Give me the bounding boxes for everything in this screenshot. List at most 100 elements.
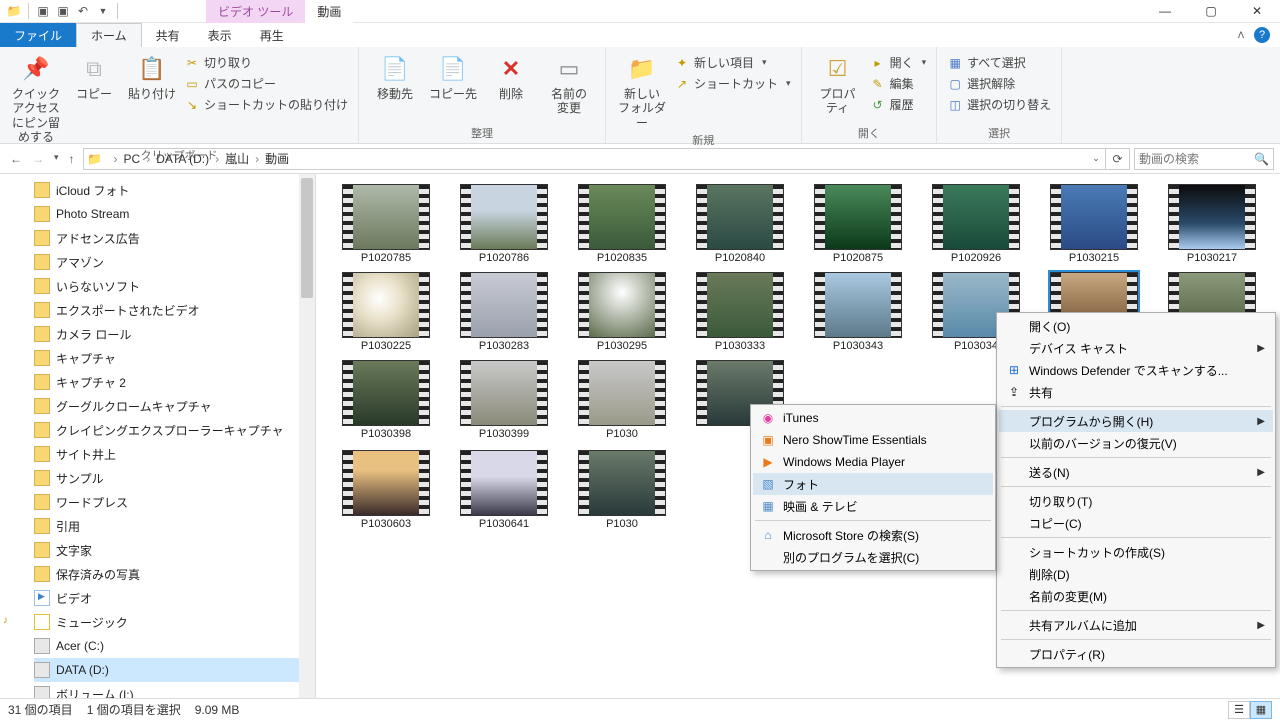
breadcrumb-folder-2[interactable]: 動画: [265, 150, 289, 167]
qat-folder-icon[interactable]: ▣: [55, 3, 71, 19]
refresh-button[interactable]: ⟳: [1105, 149, 1129, 169]
ctx-delete[interactable]: 削除(D): [999, 563, 1273, 585]
forward-button[interactable]: →: [32, 152, 44, 166]
openwith-store-search[interactable]: ⌂Microsoft Store の検索(S): [753, 524, 993, 546]
new-item-button[interactable]: ✦新しい項目▾: [672, 53, 793, 72]
copy-path-button[interactable]: ▭パスのコピー: [182, 74, 350, 93]
file-thumbnail[interactable]: P1030215: [1044, 184, 1144, 264]
file-thumbnail[interactable]: P1030343: [808, 272, 908, 352]
file-thumbnail[interactable]: P1030283: [454, 272, 554, 352]
tree-item[interactable]: 保存済みの写真: [34, 562, 315, 586]
ctx-defender-scan[interactable]: ⊞Windows Defender でスキャンする...: [999, 359, 1273, 381]
tree-item[interactable]: ワードプレス: [34, 490, 315, 514]
copy-to-button[interactable]: 📄コピー先: [425, 51, 481, 101]
tree-item[interactable]: アドセンス広告: [34, 226, 315, 250]
file-thumbnail[interactable]: P1030217: [1162, 184, 1262, 264]
undo-icon[interactable]: ↶: [75, 3, 91, 19]
tree-item[interactable]: サイト井上: [34, 442, 315, 466]
file-thumbnail[interactable]: P1030: [572, 360, 672, 442]
view-thumbnails-button[interactable]: ▦: [1250, 701, 1272, 719]
help-icon[interactable]: ?: [1254, 27, 1270, 43]
tree-item[interactable]: アマゾン: [34, 250, 315, 274]
tree-item[interactable]: いらないソフト: [34, 274, 315, 298]
tree-item[interactable]: カメラ ロール: [34, 322, 315, 346]
openwith-itunes[interactable]: ◉iTunes: [753, 407, 993, 429]
tree-scrollbar[interactable]: [299, 174, 315, 698]
invert-selection-button[interactable]: ◫選択の切り替え: [945, 95, 1053, 114]
maximize-button[interactable]: ▢: [1188, 0, 1234, 23]
rename-button[interactable]: ▭名前の 変更: [541, 51, 597, 116]
ctx-open[interactable]: 開く(O): [999, 315, 1273, 337]
tree-item[interactable]: キャプチャ 2: [34, 370, 315, 394]
nav-tree[interactable]: iCloud フォトPhoto Streamアドセンス広告アマゾンいらないソフト…: [0, 174, 316, 698]
properties-button[interactable]: ☑プロパ ティ: [810, 51, 866, 116]
history-dropdown-icon[interactable]: ▾: [54, 152, 59, 166]
ctx-send-to[interactable]: 送る(N)▶: [999, 461, 1273, 483]
tree-item[interactable]: キャプチャ: [34, 346, 315, 370]
pin-to-quick-access-button[interactable]: 📌クイック アクセス にピン留めする: [8, 51, 64, 145]
tree-item[interactable]: Photo Stream: [34, 202, 315, 226]
ctx-add-to-shared-album[interactable]: 共有アルバムに追加▶: [999, 614, 1273, 636]
file-thumbnail[interactable]: P1030398: [336, 360, 436, 442]
tree-item[interactable]: ビデオ: [34, 586, 315, 610]
tree-item[interactable]: ミュージック: [34, 610, 315, 634]
breadcrumb[interactable]: ›PC ›DATA (D:) ›嵐山 ›動画: [106, 150, 290, 167]
file-thumbnail[interactable]: P1030399: [454, 360, 554, 442]
paste-shortcut-button[interactable]: ↘ショートカットの貼り付け: [182, 95, 350, 114]
tab-view[interactable]: 表示: [194, 23, 246, 47]
breadcrumb-drive[interactable]: DATA (D:): [156, 152, 209, 166]
select-all-button[interactable]: ▦すべて選択: [945, 53, 1053, 72]
search-icon[interactable]: 🔍: [1254, 152, 1269, 166]
ctx-create-shortcut[interactable]: ショートカットの作成(S): [999, 541, 1273, 563]
file-thumbnail[interactable]: P1020926: [926, 184, 1026, 264]
collapse-ribbon-icon[interactable]: ᐱ: [1238, 30, 1244, 41]
cut-button[interactable]: ✂切り取り: [182, 53, 350, 72]
breadcrumb-folder-1[interactable]: 嵐山: [225, 150, 249, 167]
tab-home[interactable]: ホーム: [76, 23, 142, 47]
ctx-copy[interactable]: コピー(C): [999, 512, 1273, 534]
openwith-movies-tv[interactable]: ▦映画 & テレビ: [753, 495, 993, 517]
tab-share[interactable]: 共有: [142, 23, 194, 47]
file-thumbnail[interactable]: P1020785: [336, 184, 436, 264]
breadcrumb-pc[interactable]: PC: [124, 152, 141, 166]
ctx-restore-version[interactable]: 以前のバージョンの復元(V): [999, 432, 1273, 454]
tree-item[interactable]: iCloud フォト: [34, 178, 315, 202]
file-thumbnail[interactable]: P1020786: [454, 184, 554, 264]
tree-item[interactable]: Acer (C:): [34, 634, 315, 658]
tab-play[interactable]: 再生: [246, 23, 298, 47]
paste-button[interactable]: 📋貼り付け: [124, 51, 180, 101]
ctx-properties[interactable]: プロパティ(R): [999, 643, 1273, 665]
close-button[interactable]: ✕: [1234, 0, 1280, 23]
tree-item[interactable]: グーグルクロームキャプチャ: [34, 394, 315, 418]
file-thumbnail[interactable]: P1020875: [808, 184, 908, 264]
edit-button[interactable]: ✎編集: [868, 74, 929, 93]
back-button[interactable]: ←: [10, 152, 22, 166]
ctx-rename[interactable]: 名前の変更(M): [999, 585, 1273, 607]
file-thumbnail[interactable]: P1020835: [572, 184, 672, 264]
tab-file[interactable]: ファイル: [0, 23, 76, 47]
tree-item[interactable]: 文字家: [34, 538, 315, 562]
minimize-button[interactable]: —: [1142, 0, 1188, 23]
file-thumbnail[interactable]: P1030295: [572, 272, 672, 352]
tree-item[interactable]: サンプル: [34, 466, 315, 490]
ctx-device-cast[interactable]: デバイス キャスト▶: [999, 337, 1273, 359]
new-shortcut-button[interactable]: ↗ショートカット▾: [672, 74, 793, 93]
file-thumbnail[interactable]: P1030333: [690, 272, 790, 352]
tree-item[interactable]: 引用: [34, 514, 315, 538]
view-details-button[interactable]: ☰: [1228, 701, 1250, 719]
delete-button[interactable]: ✕削除: [483, 51, 539, 101]
ctx-share[interactable]: ⇪共有: [999, 381, 1273, 403]
tree-item[interactable]: DATA (D:): [34, 658, 315, 682]
file-thumbnail[interactable]: P1030: [572, 450, 672, 530]
select-none-button[interactable]: ▢選択解除: [945, 74, 1053, 93]
file-thumbnail[interactable]: P1030603: [336, 450, 436, 530]
ctx-open-with[interactable]: プログラムから開く(H)▶: [999, 410, 1273, 432]
openwith-choose[interactable]: 別のプログラムを選択(C): [753, 546, 993, 568]
new-folder-button[interactable]: 📁新しい フォルダー: [614, 51, 670, 130]
tree-item[interactable]: ボリューム (I:): [34, 682, 315, 698]
search-input[interactable]: 動画の検索 🔍: [1134, 148, 1274, 170]
up-button[interactable]: ↑: [69, 152, 75, 166]
openwith-photos[interactable]: ▧フォト: [753, 473, 993, 495]
ctx-cut[interactable]: 切り取り(T): [999, 490, 1273, 512]
copy-button[interactable]: ⧉コピー: [66, 51, 122, 101]
